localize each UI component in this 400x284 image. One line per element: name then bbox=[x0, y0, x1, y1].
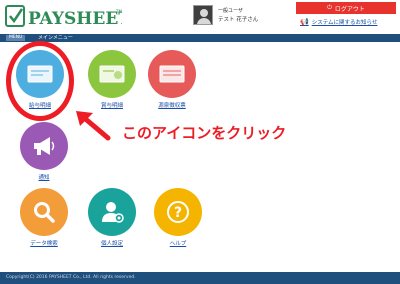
menu-tile-bonus[interactable]: 賞与明細 bbox=[84, 50, 140, 109]
callout-text: このアイコンをクリック bbox=[122, 124, 287, 142]
help-button[interactable]: ? bbox=[154, 188, 202, 236]
menu-label[interactable]: 通知 bbox=[16, 173, 72, 181]
menu-tile-withholding[interactable]: 源泉徴収票 bbox=[144, 50, 200, 109]
user-settings-icon bbox=[102, 202, 124, 223]
menu-tile-settings[interactable]: 個人設定 bbox=[84, 188, 140, 247]
paysheet-logo[interactable]: PAYSHEET TM bbox=[4, 3, 122, 31]
menu-label[interactable]: 源泉徴収票 bbox=[144, 101, 200, 109]
footer: Copyright(C) 2016 PAYSHEET Co., Ltd. All… bbox=[0, 272, 400, 284]
notice-button[interactable] bbox=[20, 122, 68, 170]
withholding-slip-icon bbox=[159, 65, 185, 83]
user-info: 一般ユーザ テスト 花子さん bbox=[193, 5, 285, 27]
svg-text:PAYSHEET: PAYSHEET bbox=[28, 9, 122, 29]
notice-label: システムに関するお知らせ bbox=[311, 20, 378, 26]
svg-text:TM: TM bbox=[115, 9, 122, 14]
logout-icon: ⏻ bbox=[327, 4, 332, 11]
navbar: MENU メインメニュー bbox=[0, 34, 400, 42]
logout-label: ログアウト bbox=[334, 5, 365, 13]
megaphone-icon: 📢 bbox=[300, 18, 309, 26]
menu-label[interactable]: ヘルプ bbox=[150, 239, 206, 247]
system-notice-link[interactable]: 📢 システムに関するお知らせ bbox=[300, 16, 396, 28]
menu-tile-notice[interactable]: 通知 bbox=[16, 122, 72, 181]
logout-button[interactable]: ⏻ ログアウト bbox=[296, 2, 396, 14]
menu-label[interactable]: データ検索 bbox=[16, 239, 72, 247]
header: PAYSHEET TM 一般ユーザ テスト 花子さん ⏻ ログアウト 📢 システ… bbox=[0, 0, 400, 34]
svg-text:?: ? bbox=[174, 205, 182, 221]
arrow-icon bbox=[76, 111, 111, 141]
menu-label[interactable]: 個人設定 bbox=[84, 239, 140, 247]
bonus-button[interactable] bbox=[88, 50, 136, 98]
menu-tile-help[interactable]: ? ヘルプ bbox=[150, 188, 206, 247]
search-button[interactable] bbox=[20, 188, 68, 236]
nav-title: メインメニュー bbox=[38, 35, 73, 41]
menu-tile-search[interactable]: データ検索 bbox=[16, 188, 72, 247]
user-name: テスト 花子さん bbox=[218, 17, 259, 23]
help-icon: ? bbox=[167, 201, 189, 223]
highlight-ring bbox=[6, 41, 74, 121]
copyright: Copyright(C) 2016 PAYSHEET Co., Ltd. All… bbox=[6, 275, 136, 280]
nav-tag: MENU bbox=[6, 35, 26, 41]
search-icon bbox=[34, 202, 55, 223]
withholding-slip-button[interactable] bbox=[148, 50, 196, 98]
user-settings-button[interactable] bbox=[88, 188, 136, 236]
user-role: 一般ユーザ bbox=[218, 8, 243, 14]
bonus-icon bbox=[99, 65, 125, 83]
megaphone-icon bbox=[34, 137, 55, 155]
avatar bbox=[193, 5, 213, 25]
